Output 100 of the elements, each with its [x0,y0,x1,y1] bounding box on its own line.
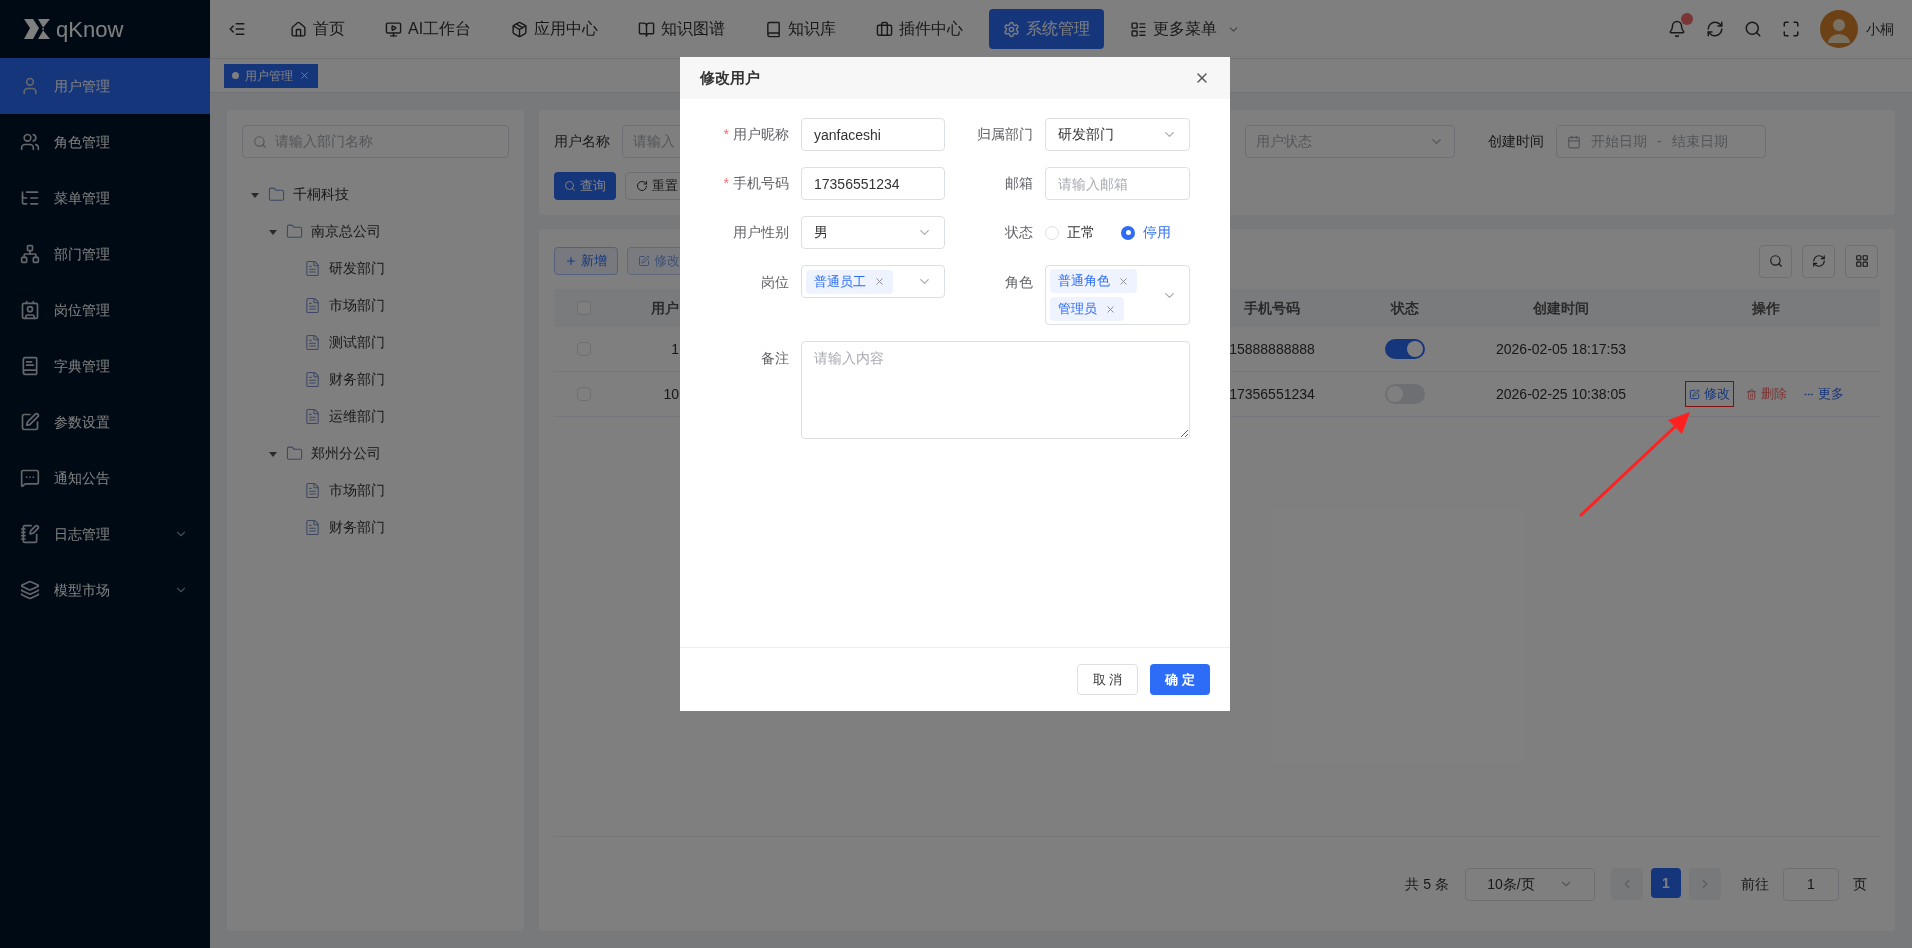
tree-node[interactable]: 南京总公司 [311,221,381,242]
refresh-icon [636,180,648,192]
sidebar-item[interactable]: 字典管理 [0,338,210,394]
search-icon[interactable] [1744,20,1762,38]
list-tree-icon [20,188,40,208]
table-cell: 2026-02-25 10:38:05 [1496,385,1626,402]
nav-tab[interactable]: AI工作台 [371,9,486,49]
field-label: 用户名称 [554,132,610,151]
document-icon [304,519,321,536]
search-icon [253,134,267,149]
table-cell: 17356551234 [1229,385,1315,402]
nav-tab[interactable]: 系统管理 [989,9,1105,49]
edit-icon [20,412,40,432]
folder-icon [268,186,285,203]
refresh-button[interactable] [1802,244,1835,278]
page-suffix: 页 [1853,874,1867,894]
notes-field[interactable]: 请输入内容 [801,341,1190,439]
confirm-button[interactable]: 确 定 [1150,664,1210,695]
text-field[interactable]: yanfaceshi [801,118,945,151]
text-field[interactable]: 17356551234 [801,167,945,200]
tag: 管理员 [1050,297,1124,321]
nav-tab[interactable]: 更多菜单 [1116,9,1255,49]
cancel-button[interactable]: 取 消 [1076,664,1139,695]
column-header: 手机号码 [1244,299,1300,316]
briefcase-icon [876,20,894,38]
nav-tab[interactable]: 插件中心 [862,9,978,49]
table-cell: 10 [663,385,679,402]
search-toggle-button[interactable] [1759,244,1792,278]
calendar-icon [1567,134,1581,149]
logo-icon [22,17,52,41]
search-icon [564,180,576,192]
field-label: 用户性别 [733,223,789,242]
radio-button[interactable] [1045,225,1059,240]
tree-node[interactable]: 郑州分公司 [311,443,381,464]
search-button[interactable]: 查询 [554,172,616,200]
tree-node[interactable]: 千桐科技 [293,184,349,205]
menu-icon[interactable] [228,20,246,38]
radio-label[interactable]: 正常 [1067,222,1095,243]
home-icon [290,20,307,38]
page-tab[interactable]: 用户管理 [224,63,318,88]
action-link[interactable]: 更多 [1798,381,1848,407]
person-icon [20,76,40,96]
tree-node[interactable]: 研发部门 [329,258,385,279]
avatar[interactable] [1820,10,1858,48]
tree-node[interactable]: 财务部门 [329,517,385,538]
fullscreen-icon[interactable] [1782,20,1800,38]
page-size-select[interactable]: 10条/页 [1465,867,1595,901]
org-chart-icon [20,244,40,264]
select-field[interactable]: 男 [801,216,945,249]
add-button[interactable]: 新增 [554,247,618,275]
list-icon [1130,20,1148,38]
document-icon [304,482,321,499]
sidebar-item[interactable]: 部门管理 [0,226,210,282]
edit-icon [638,255,650,267]
tree-node[interactable]: 财务部门 [329,369,385,390]
user-name[interactable]: 小桐 [1866,18,1894,40]
tree-node[interactable]: 市场部门 [329,480,385,501]
nav-tab[interactable]: 知识库 [751,9,851,49]
sidebar-item[interactable]: 菜单管理 [0,170,210,226]
package-icon [511,20,529,38]
refresh-icon[interactable] [1706,20,1724,38]
sidebar-item[interactable]: 角色管理 [0,114,210,170]
nav-tab[interactable]: 应用中心 [497,9,613,49]
plus-icon [565,255,577,267]
field-label: * 用户昵称 [723,125,789,144]
page-number-field[interactable]: 1 [1783,867,1839,901]
field-label: 角色 [1005,273,1033,292]
sidebar-item[interactable]: 模型市场 [0,562,210,618]
select-field[interactable]: 研发部门 [1045,118,1190,151]
document-icon [304,260,321,277]
sidebar-item[interactable]: 用户管理 [0,58,210,114]
total-count: 共 5 条 [1405,874,1449,894]
bell-icon[interactable] [1668,20,1686,38]
nav-tab[interactable]: 首页 [276,9,359,49]
columns-button[interactable] [1845,244,1878,278]
tree-node[interactable]: 运维部门 [329,406,385,427]
field-label: 岗位 [761,273,789,292]
text-field[interactable]: 请输入邮箱 [1045,167,1190,200]
sidebar-item[interactable]: 日志管理 [0,506,210,562]
book-icon [20,356,40,376]
field-label: * 手机号码 [723,174,789,193]
radio-label[interactable]: 停用 [1143,222,1171,243]
grid-icon [1854,254,1869,268]
action-link[interactable]: 修改 [1684,381,1734,407]
sidebar-item[interactable]: 通知公告 [0,450,210,506]
logo-text: qKnow [56,15,124,44]
table-cell: 1 [671,340,679,357]
page-button[interactable]: 1 [1651,868,1681,898]
multi-select-field[interactable]: 普通员工 [801,265,945,298]
sidebar-item[interactable]: 岗位管理 [0,282,210,338]
tree-node[interactable]: 市场部门 [329,295,385,316]
search-icon [1768,254,1783,268]
toggle-switch[interactable] [1385,339,1425,359]
id-card-icon [20,300,40,320]
column-header: 用户 [651,299,679,316]
radio-button[interactable] [1121,225,1135,240]
tree-node[interactable]: 测试部门 [329,332,385,353]
nav-tab[interactable]: 知识图谱 [624,9,740,49]
sidebar-item[interactable]: 参数设置 [0,394,210,450]
action-link[interactable]: 删除 [1741,381,1791,407]
